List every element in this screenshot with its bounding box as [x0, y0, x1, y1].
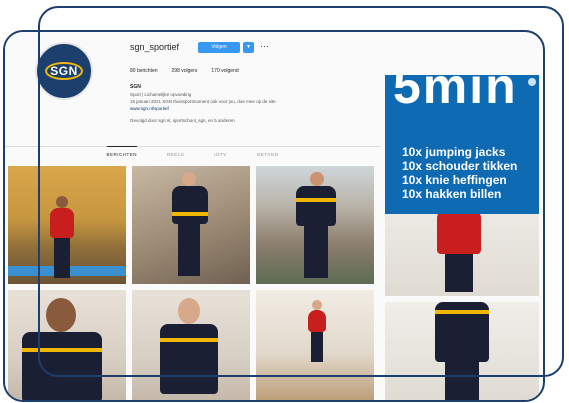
exercise-item: 10x hakken billen [402, 187, 502, 201]
workout-post-thumbnail[interactable]: 5min 10x jumping jacks 10x schouder tikk… [385, 75, 539, 214]
carousel-icon [528, 78, 536, 86]
tab-tagged[interactable]: GETAGD [257, 152, 279, 157]
stat-followers[interactable]: 298 volgers [172, 68, 198, 74]
bio-name: SGN [130, 84, 141, 90]
exercise-item: 10x knie heffingen [402, 173, 507, 187]
profile-tabs: BERICHTEN REELS IGTV GETAGD [5, 146, 380, 157]
stat-following[interactable]: 170 volgend [211, 68, 238, 74]
logo-ring [45, 62, 83, 80]
profile-avatar[interactable]: SGN [35, 42, 93, 100]
exercise-item: 10x schouder tikken [402, 159, 518, 173]
tab-posts[interactable]: BERICHTEN [106, 146, 138, 157]
follow-button[interactable]: Volgen [198, 42, 240, 53]
chevron-down-icon[interactable]: ▾ [243, 42, 254, 53]
stat-posts[interactable]: 80 berichten [130, 68, 158, 74]
more-options-icon[interactable]: ··· [260, 41, 269, 51]
exercise-item: 10x jumping jacks [402, 145, 506, 159]
workout-duration: 5min [393, 75, 518, 114]
tab-igtv[interactable]: IGTV [214, 152, 227, 157]
profile-username: sgn_sportief [130, 42, 180, 52]
instagram-profile-screenshot: SGN sgn_sportief Volgen ▾ ··· 80 bericht… [3, 30, 545, 402]
profile-stats: 80 berichten 298 volgers 170 volgend [130, 68, 239, 74]
post-thumbnail[interactable] [8, 290, 126, 400]
post-thumbnail[interactable] [8, 166, 126, 284]
bio-line-description: 15 januari 2021 SGN thuissportmoment ook… [130, 99, 276, 104]
bio-link[interactable]: www.sgn.nl/sportief [130, 106, 169, 111]
followed-by-text: Gevolgd door sgn.nl, sportschool_sgn, en… [130, 118, 235, 123]
profile-header: SGN sgn_sportief Volgen ▾ ··· 80 bericht… [5, 32, 380, 162]
post-thumbnail[interactable] [256, 290, 374, 400]
post-thumbnail[interactable] [132, 166, 250, 284]
workout-exercise-list: 10x jumping jacks 10x schouder tikken 10… [402, 145, 517, 201]
tab-reels[interactable]: REELS [167, 152, 184, 157]
post-thumbnail[interactable] [256, 166, 374, 284]
bio-line-category: Sport | Lichamelijke opvoeding [130, 92, 192, 97]
post-thumbnail[interactable] [132, 290, 250, 400]
post-thumbnail[interactable] [385, 302, 539, 400]
